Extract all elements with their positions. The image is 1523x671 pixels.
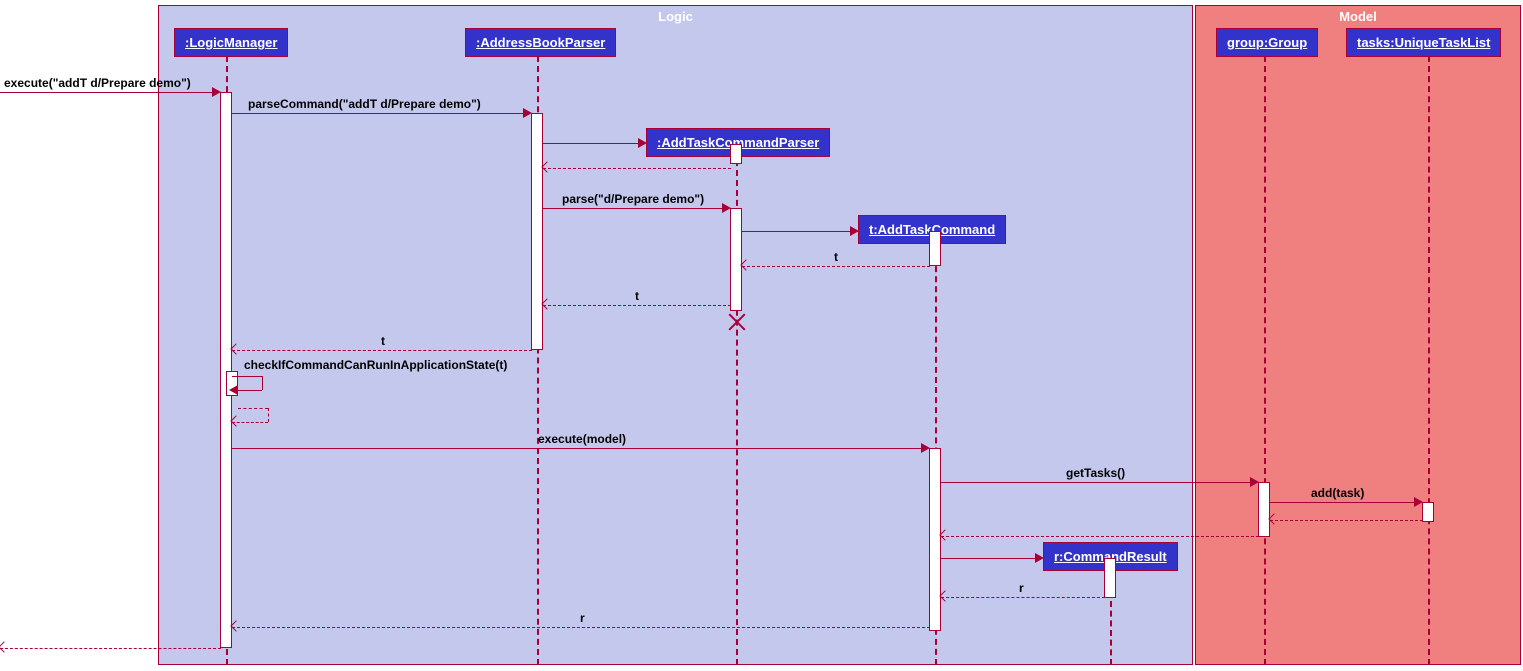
- arrow-parsecommand: [232, 113, 523, 114]
- arrowhead-create-command: [850, 226, 859, 236]
- self-right: [262, 376, 263, 390]
- self-bottom: [238, 390, 262, 391]
- activation-parser-create: [730, 144, 742, 164]
- arrow-gettasks: [941, 482, 1250, 483]
- logic-frame-title: Logic: [658, 9, 693, 24]
- arrowhead-parse: [722, 203, 731, 213]
- arrowhead-create-parser: [638, 138, 647, 148]
- arrowhead-execute1: [212, 87, 221, 97]
- msg-checkstate: checkIfCommandCanRunInApplicationState(t…: [244, 358, 507, 372]
- arrow-return-t1: [742, 266, 930, 267]
- activation-parser-parse: [730, 208, 742, 311]
- msg-execute1: execute("addT d/Prepare demo"): [4, 76, 191, 90]
- self-head: [229, 385, 238, 395]
- activation-command-execute: [929, 448, 941, 631]
- arrowhead-parsecommand: [523, 108, 532, 118]
- arrow-return-gettasks: [941, 536, 1259, 537]
- arrow-executemodel: [232, 448, 921, 449]
- participant-logicmanager: :LogicManager: [174, 28, 288, 57]
- msg-return-r2: r: [580, 611, 585, 625]
- arrowhead-gettasks: [1250, 477, 1259, 487]
- activation-logicmanager: [220, 92, 232, 648]
- msg-return-t1: t: [834, 250, 838, 264]
- arrowhead-create-result: [1035, 553, 1044, 563]
- model-frame-title: Model: [1339, 9, 1377, 24]
- msg-executemodel: execute(model): [538, 432, 626, 446]
- activation-tasks: [1422, 502, 1434, 522]
- self-top: [232, 376, 262, 377]
- self-ret-right: [268, 408, 269, 422]
- lifeline-tasks: [1428, 56, 1430, 665]
- arrowhead-executemodel: [921, 443, 930, 453]
- activation-group: [1258, 482, 1270, 537]
- msg-parse: parse("d/Prepare demo"): [562, 192, 704, 206]
- arrow-return-parser-create: [543, 168, 731, 169]
- msg-return-t3: t: [381, 334, 385, 348]
- lifeline-group: [1264, 56, 1266, 665]
- arrow-return-r1: [941, 597, 1105, 598]
- msg-return-r1: r: [1019, 581, 1024, 595]
- msg-addtask: add(task): [1311, 486, 1364, 500]
- arrow-execute1: [0, 92, 212, 93]
- arrow-create-command: [742, 231, 850, 232]
- participant-addressbookparser: :AddressBookParser: [465, 28, 616, 57]
- msg-parsecommand: parseCommand("addT d/Prepare demo"): [248, 97, 481, 111]
- msg-return-t2: t: [635, 289, 639, 303]
- arrow-return-add: [1270, 520, 1423, 521]
- arrow-return-t3: [232, 350, 532, 351]
- msg-gettasks: getTasks(): [1066, 466, 1125, 480]
- arrow-parse: [543, 208, 722, 209]
- participant-tasks: tasks:UniqueTaskList: [1346, 28, 1501, 57]
- arrowhead-addtask: [1414, 497, 1423, 507]
- arrow-return-r2: [232, 627, 930, 628]
- arrow-create-result: [941, 558, 1035, 559]
- self-ret-top: [238, 408, 268, 409]
- arrow-addtask: [1270, 502, 1414, 503]
- model-frame: Model: [1195, 5, 1521, 665]
- participant-group: group:Group: [1216, 28, 1318, 57]
- arrowhead-final-return: [0, 641, 10, 652]
- arrow-final-return: [0, 648, 221, 649]
- activation-command-create: [929, 231, 941, 266]
- activation-commandresult: [1104, 558, 1116, 598]
- destroy-parser-icon: [726, 311, 748, 333]
- arrow-create-parser: [543, 143, 638, 144]
- activation-addressbookparser: [531, 113, 543, 350]
- arrow-return-t2: [543, 305, 731, 306]
